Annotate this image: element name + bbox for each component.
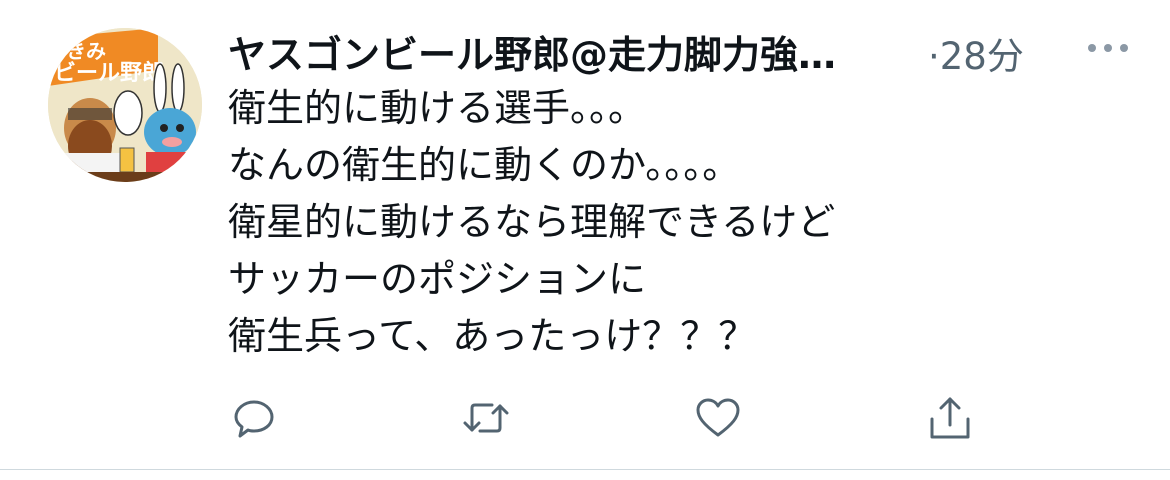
like-button[interactable] — [690, 390, 746, 446]
tweet-text-line: 衛生的に動ける選手。。。 — [228, 86, 647, 130]
tweet-card[interactable]: きみ ビール野郎 ヤスゴンビール野郎@走力脚力強… ·28分 衛生的に動ける選手… — [0, 0, 1170, 470]
tweet-text-line: サッカーのポジションに — [228, 257, 647, 301]
timestamp[interactable]: ·28分 — [928, 26, 1024, 80]
tweet-text-line: なんの衛生的に動くのか。。。。 — [228, 143, 741, 187]
avatar-illustration: きみ ビール野郎 — [48, 28, 202, 182]
reply-button[interactable] — [226, 390, 282, 446]
tweet-divider — [0, 469, 1170, 470]
more-options-button[interactable] — [1080, 30, 1140, 66]
display-name[interactable]: ヤスゴンビール野郎@走力脚力強… — [228, 24, 888, 79]
reply-icon — [234, 400, 274, 438]
share-icon — [930, 397, 970, 439]
retweet-button[interactable] — [458, 390, 514, 446]
avatar-banner-text: ビール野郎 — [54, 60, 164, 86]
tweet-text-line: 衛生兵って、あったっけ？？？ — [228, 314, 757, 358]
retweet-icon — [463, 403, 509, 433]
more-horizontal-icon — [1088, 44, 1128, 52]
share-button[interactable] — [922, 390, 978, 446]
tweet-text-line: 衛星的に動けるなら理解できるけど — [228, 200, 836, 244]
tweet-header: ヤスゴンビール野郎@走力脚力強… ·28分 — [228, 20, 1148, 79]
avatar[interactable]: きみ ビール野郎 — [48, 28, 202, 182]
heart-icon — [696, 398, 740, 437]
tweet-actions — [210, 390, 1150, 446]
tweet-text: 衛生的に動ける選手。。。 なんの衛生的に動くのか。。。。 衛星的に動けるなら理解… — [228, 80, 1128, 365]
avatar-top-text: きみ — [66, 39, 106, 63]
